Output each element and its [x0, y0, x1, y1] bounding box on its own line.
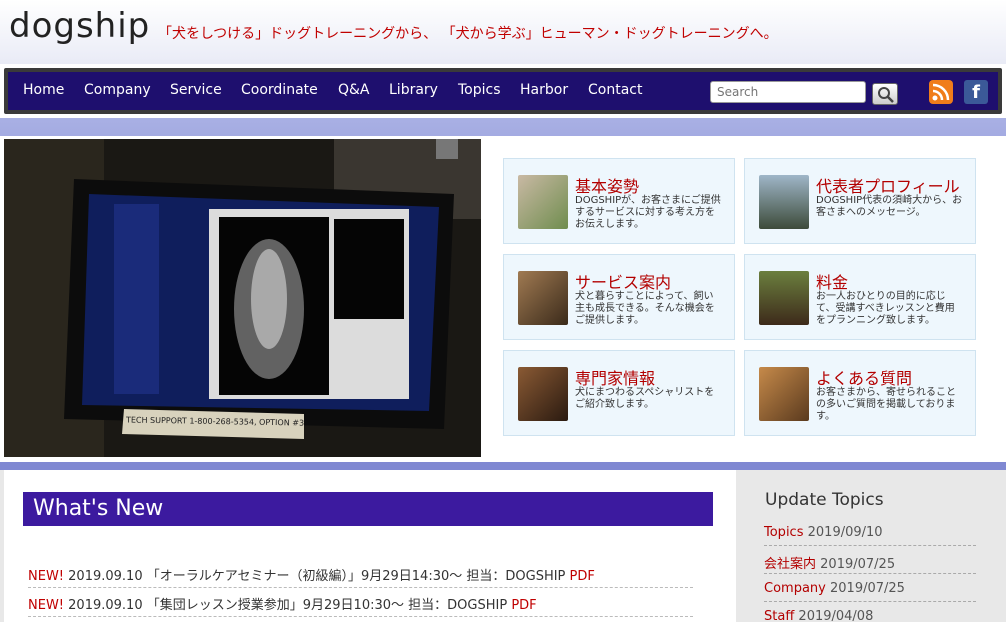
topic-row: Staff 2019/04/08	[764, 604, 976, 630]
topic-row: 会社案内 2019/07/25	[764, 548, 976, 574]
update-topics-title: Update Topics	[765, 490, 884, 510]
card-thumbnail	[759, 367, 809, 421]
nav-topics[interactable]: Topics	[458, 82, 501, 98]
tagline: 「犬をしつける」ドッグトレーニングから、 「犬から学ぶ」ヒューマン・ドッグトレー…	[158, 26, 778, 42]
hero-photo: TECH SUPPORT 1-800-268-5354, OPTION #3	[4, 139, 481, 457]
card-desc: 犬と暮らすことによって、飼い主も成長できる。そんな機会をご提供します。	[575, 291, 715, 326]
site-header: dogship 「犬をしつける」ドッグトレーニングから、 「犬から学ぶ」ヒューマ…	[0, 0, 1006, 64]
nav-library[interactable]: Library	[389, 82, 438, 98]
nav-company[interactable]: Company	[84, 82, 151, 98]
card-desc: お一人おひとりの目的に応じて、受講すべきレッスンと費用をプランニング致します。	[816, 291, 955, 326]
rss-icon[interactable]	[929, 80, 953, 104]
card-title[interactable]: よくある質問	[816, 365, 912, 389]
topic-link[interactable]: Topics	[764, 525, 803, 540]
card-title[interactable]: サービス案内	[575, 269, 671, 293]
site-logo[interactable]: dogship	[9, 6, 150, 46]
whats-new-heading: What's New	[23, 492, 713, 526]
card-services[interactable]: サービス案内 犬と暮らすことによって、飼い主も成長できる。そんな機会をご提供しま…	[503, 254, 735, 340]
facebook-icon[interactable]: f	[964, 80, 988, 104]
news-text: 「集団レッスン授業参加」9月29日10:30～ 担当：DOGSHIP	[146, 598, 508, 613]
news-date: 2019.09.10	[68, 598, 143, 613]
nav-harbor[interactable]: Harbor	[520, 82, 568, 98]
news-date: 2019.09.10	[68, 569, 143, 584]
card-thumbnail	[759, 271, 809, 325]
card-experts[interactable]: 専門家情報 犬にまつわるスペシャリストをご紹介致します。	[503, 350, 735, 436]
nav-home[interactable]: Home	[23, 82, 64, 98]
card-title[interactable]: 料金	[816, 269, 848, 293]
card-title[interactable]: 代表者プロフィール	[816, 173, 960, 197]
search-input[interactable]	[710, 81, 866, 103]
card-thumbnail	[759, 175, 809, 229]
news-text: 「オーラルケアセミナー（初級編）」9月29日14:30～ 担当：DOGSHIP	[146, 569, 566, 584]
topic-date: 2019/07/25	[830, 581, 905, 596]
topic-date: 2019/07/25	[820, 557, 896, 572]
pdf-link[interactable]: PDF	[511, 598, 536, 613]
main-navigation: Home Company Service Coordinate Q&A Libr…	[4, 68, 1002, 114]
card-basic-stance[interactable]: 基本姿勢 DOGSHIPが、お客さまにご提供するサービスに対する考え方をお伝えし…	[503, 158, 735, 244]
topic-date: 2019/09/10	[807, 525, 883, 540]
card-thumbnail	[518, 367, 568, 421]
card-thumbnail	[518, 175, 568, 229]
card-profile[interactable]: 代表者プロフィール DOGSHIP代表の須崎大から、お客さまへのメッセージ。	[744, 158, 976, 244]
magnifier-icon	[878, 87, 894, 103]
card-desc: DOGSHIPが、お客さまにご提供するサービスに対する考え方をお伝えします。	[575, 195, 721, 230]
card-desc: 犬にまつわるスペシャリストをご紹介致します。	[575, 387, 715, 410]
topic-row: Company 2019/07/25	[764, 576, 976, 602]
topic-row: Topics 2019/09/10	[764, 520, 976, 546]
search-button[interactable]	[872, 83, 898, 105]
card-desc: DOGSHIP代表の須崎大から、お客さまへのメッセージ。	[816, 195, 963, 218]
card-title[interactable]: 基本姿勢	[575, 173, 639, 197]
nav-service[interactable]: Service	[170, 82, 222, 98]
card-title[interactable]: 専門家情報	[575, 365, 655, 389]
logo-text: dogship	[9, 6, 151, 46]
x-ray-monitor-photo	[4, 139, 481, 457]
card-pricing[interactable]: 料金 お一人おひとりの目的に応じて、受講すべきレッスンと費用をプランニング致しま…	[744, 254, 976, 340]
card-faq[interactable]: よくある質問 お客さまから、寄せられることの多いご質問を掲載しております。	[744, 350, 976, 436]
topic-link[interactable]: Company	[764, 581, 826, 596]
pdf-link[interactable]: PDF	[570, 569, 595, 584]
facebook-letter: f	[972, 82, 980, 103]
card-desc: お客さまから、寄せられることの多いご質問を掲載しております。	[816, 387, 956, 422]
card-thumbnail	[518, 271, 568, 325]
news-item: NEW! 2019.09.10 「オーラルケアセミナー（初級編）」9月29日14…	[28, 560, 693, 588]
news-item: NEW! 2019.09.10 「集団レッスン授業参加」9月29日10:30～ …	[28, 589, 693, 617]
nav-coordinate[interactable]: Coordinate	[241, 82, 318, 98]
nav-contact[interactable]: Contact	[588, 82, 642, 98]
new-badge: NEW!	[28, 569, 65, 584]
topic-link[interactable]: 会社案内	[764, 557, 816, 572]
nav-qa[interactable]: Q&A	[338, 82, 370, 98]
new-badge: NEW!	[28, 598, 65, 613]
